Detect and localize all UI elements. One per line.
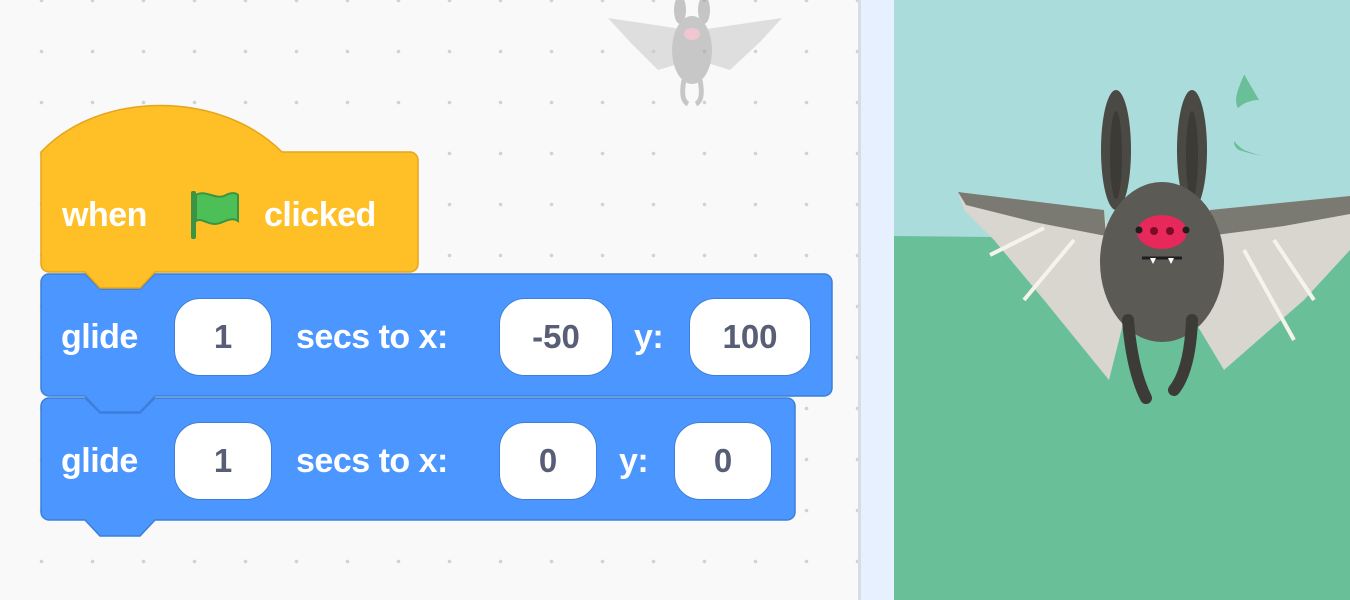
y-label: y: xyxy=(634,318,664,356)
y-input[interactable]: 100 xyxy=(689,298,811,376)
green-flag-icon xyxy=(191,191,239,239)
y-input[interactable]: 0 xyxy=(674,422,772,500)
secs-input[interactable]: 1 xyxy=(174,422,272,500)
stage[interactable] xyxy=(894,0,1350,600)
glide-label: glide xyxy=(61,442,138,480)
stage-frame xyxy=(861,0,894,600)
secs-to-x-label: secs to x: xyxy=(296,442,448,480)
secs-to-x-label: secs to x: xyxy=(296,318,448,356)
clicked-label: clicked xyxy=(264,196,376,234)
x-input[interactable]: 0 xyxy=(499,422,597,500)
script-area[interactable]: when clicked glide 1 secs to x: -50 y: 1… xyxy=(0,0,858,600)
glide-label: glide xyxy=(61,318,138,356)
when-label: when xyxy=(62,196,147,234)
x-input[interactable]: -50 xyxy=(499,298,613,376)
secs-input[interactable]: 1 xyxy=(174,298,272,376)
y-label: y: xyxy=(619,442,649,480)
